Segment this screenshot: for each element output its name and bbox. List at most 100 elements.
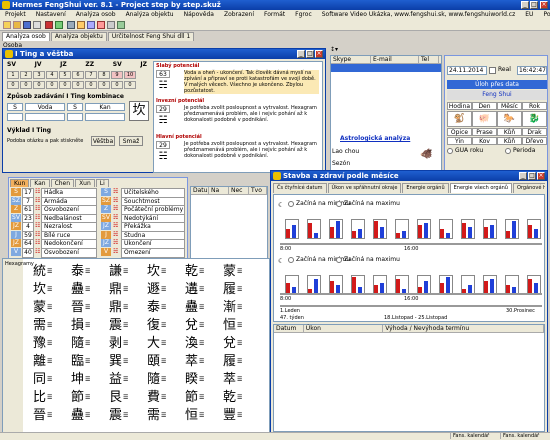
add-icon[interactable] xyxy=(55,21,63,29)
menu-item-projekt[interactable]: Projekt xyxy=(0,10,31,19)
iching-close-icon[interactable]: × xyxy=(315,50,323,58)
hexagram-char[interactable]: 隨 xyxy=(147,373,160,387)
hexagram-char[interactable]: 乾 xyxy=(223,391,236,405)
close-icon[interactable]: × xyxy=(540,1,548,9)
iching-maximize-icon[interactable]: □ xyxy=(306,50,314,58)
gua-radio[interactable] xyxy=(447,148,453,154)
selected-row[interactable] xyxy=(331,64,441,72)
combo-input-5[interactable] xyxy=(7,113,23,121)
month-tab-1[interactable]: Čs čtyřnícé datum xyxy=(273,183,327,193)
menu-item-osob[interactable]: Analýza osob xyxy=(71,10,121,19)
open-icon[interactable] xyxy=(13,21,21,29)
tab-rok[interactable]: Rok xyxy=(522,102,547,110)
hexagram-char[interactable]: 萃 xyxy=(223,373,236,387)
hexagram-char[interactable]: 蠱 xyxy=(185,301,198,315)
tab-analyza-osob[interactable]: Analýza osob xyxy=(2,32,50,41)
menu-item-update[interactable]: Posíval aktualizace za 48 dní xyxy=(538,10,550,19)
hexagram-char[interactable]: 巽 xyxy=(109,355,122,369)
combo-input-8[interactable] xyxy=(85,113,125,121)
time-field[interactable]: 16:42:47 xyxy=(517,66,547,75)
col-vyhoda[interactable]: Výhoda / Nevýhoda termínu xyxy=(383,325,545,332)
kua-row[interactable]: J 59 ☷ Bílé ruce J ☵ Studna xyxy=(11,230,187,241)
col-datum[interactable]: Datum xyxy=(274,325,304,332)
combo-input-2[interactable]: Voda xyxy=(25,103,65,111)
col-tel[interactable]: Tel xyxy=(419,56,439,63)
radio-max-2[interactable] xyxy=(336,257,342,263)
menu-item-nastaveni[interactable]: Nastavení xyxy=(31,10,71,19)
menu-item-objektu[interactable]: Analýza objektu xyxy=(121,10,179,19)
iching-num-cell[interactable]: 3 xyxy=(33,71,45,79)
hexagram-char[interactable]: 蠱 xyxy=(71,283,84,297)
print-icon[interactable] xyxy=(33,21,41,29)
kua-tab-xun[interactable]: Xun xyxy=(75,179,95,187)
kua-tab-li[interactable]: Li xyxy=(95,179,109,187)
menu-item-eu[interactable]: EU xyxy=(520,10,538,19)
hexagram-char[interactable]: 乾 xyxy=(185,265,198,279)
hexagram-char[interactable]: 豐 xyxy=(223,409,236,423)
iching-num-cell[interactable]: 0 xyxy=(72,81,84,89)
iching-num-cell[interactable]: 0 xyxy=(124,81,136,89)
iching-num-cell[interactable]: 1 xyxy=(7,71,19,79)
menu-item-fgroc[interactable]: Fgroc xyxy=(290,10,317,19)
hexagram-char[interactable]: 隨 xyxy=(71,337,84,351)
period-radio[interactable] xyxy=(505,148,511,154)
hexagram-char[interactable]: 遯 xyxy=(147,283,160,297)
tab-den[interactable]: Den xyxy=(472,102,497,110)
heart-icon[interactable] xyxy=(97,21,105,29)
month-tab-4[interactable]: Energie všech orgánů xyxy=(449,183,512,193)
radio-min-1[interactable] xyxy=(288,201,294,207)
menu-item-zobrazeni[interactable]: Zobrazení xyxy=(219,10,259,19)
iching-num-cell[interactable]: 0 xyxy=(33,81,45,89)
hexagram-char[interactable]: 節 xyxy=(71,391,84,405)
menu-item-format[interactable]: Formát xyxy=(259,10,290,19)
hexagram-char[interactable]: 泰 xyxy=(147,301,160,315)
iching-num-cell[interactable]: 5 xyxy=(59,71,71,79)
iching-num-cell[interactable]: 0 xyxy=(46,81,58,89)
radio-min-2[interactable] xyxy=(288,257,294,263)
iching-num-cell[interactable]: 6 xyxy=(72,71,84,79)
iching-num-cell[interactable]: 0 xyxy=(98,81,110,89)
predict-button[interactable]: Věštba xyxy=(91,136,115,146)
real-checkbox[interactable] xyxy=(489,67,496,74)
iching-num-cell[interactable]: 2 xyxy=(20,71,32,79)
hexagram-char[interactable]: 鼎 xyxy=(109,283,122,297)
iching-num-cell[interactable]: 4 xyxy=(46,71,58,79)
hexagram-char[interactable]: 大 xyxy=(147,337,160,351)
hexagram-char[interactable]: 謙 xyxy=(109,265,122,279)
combo-input-6[interactable] xyxy=(25,113,65,121)
col-nec[interactable]: Nec xyxy=(229,187,249,194)
radio-max-1[interactable] xyxy=(336,201,342,207)
hexagram-char[interactable]: 坤 xyxy=(71,373,84,387)
kua-row[interactable]: SV 23 ☷ Nedbalánost SV ☵ Nedotýkání xyxy=(11,213,187,224)
combo-input-7[interactable] xyxy=(67,113,83,121)
hexagram-char[interactable]: 節 xyxy=(185,391,198,405)
hexagram-char[interactable]: 坎 xyxy=(147,265,160,279)
hexagram-char[interactable]: 需 xyxy=(147,409,160,423)
hexagram-char[interactable]: 坎 xyxy=(33,283,46,297)
date-field[interactable]: 24.11.2014 xyxy=(447,66,487,75)
kua-row[interactable]: S 17 ☷ Hádka S ☵ Učitelského xyxy=(11,188,187,198)
month-minimize-icon[interactable]: _ xyxy=(519,172,527,180)
slider-track-2[interactable] xyxy=(280,293,542,295)
col-skype[interactable]: Skype xyxy=(331,56,371,63)
hexagram-char[interactable]: 蠱 xyxy=(71,409,84,423)
help-icon[interactable] xyxy=(117,21,125,29)
hexagram-char[interactable]: 剥 xyxy=(109,337,122,351)
hexagram-char[interactable]: 泰 xyxy=(71,265,84,279)
hexagram-char[interactable]: 損 xyxy=(71,319,84,333)
hexagram-char[interactable]: 鼎 xyxy=(109,301,122,315)
clear-button[interactable]: Smaž xyxy=(119,136,143,146)
kua-row[interactable]: SZ 7 ☷ Armáda SZ ☵ Souchtmost xyxy=(11,196,187,207)
hexagram-char[interactable]: 頤 xyxy=(147,355,160,369)
iching-num-cell[interactable]: 10 xyxy=(124,71,136,79)
maximize-icon[interactable]: □ xyxy=(530,1,538,9)
hexagram-char[interactable]: 睽 xyxy=(185,373,198,387)
month-close-icon[interactable]: × xyxy=(537,172,545,180)
hexagram-char[interactable]: 比 xyxy=(33,391,46,405)
hexagram-char[interactable]: 晉 xyxy=(71,301,84,315)
combo-input-4[interactable]: Kan xyxy=(85,103,125,111)
year-slider[interactable] xyxy=(280,305,542,307)
col-na[interactable]: Na xyxy=(209,187,229,194)
hexagram-char[interactable]: 蒙 xyxy=(223,265,236,279)
col-datu[interactable]: Datu xyxy=(191,187,209,194)
